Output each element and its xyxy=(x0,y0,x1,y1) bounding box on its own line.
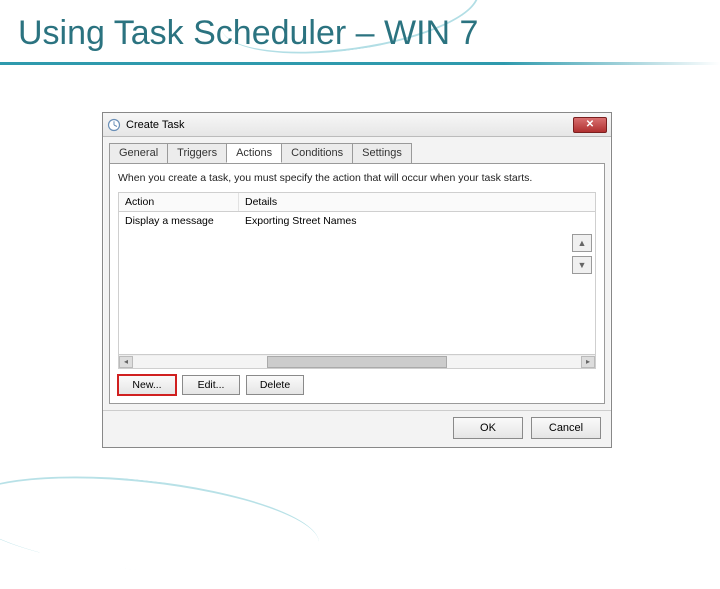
list-header: Action Details xyxy=(118,192,596,211)
chevron-up-icon: ▲ xyxy=(578,238,587,248)
instruction-text: When you create a task, you must specify… xyxy=(118,172,596,184)
scroll-left-icon[interactable]: ◂ xyxy=(119,356,133,368)
cell-details: Exporting Street Names xyxy=(239,212,595,230)
col-header-action[interactable]: Action xyxy=(119,193,239,211)
app-icon xyxy=(107,118,121,132)
move-down-button[interactable]: ▼ xyxy=(572,256,592,274)
close-button[interactable]: ✕ xyxy=(573,117,607,133)
delete-button[interactable]: Delete xyxy=(246,375,304,395)
dialog-footer: OK Cancel xyxy=(103,410,611,447)
tab-conditions[interactable]: Conditions xyxy=(281,143,353,163)
close-icon: ✕ xyxy=(586,119,594,130)
new-button[interactable]: New... xyxy=(118,375,176,395)
scroll-right-icon[interactable]: ▸ xyxy=(581,356,595,368)
scroll-thumb[interactable] xyxy=(267,356,446,368)
tab-general[interactable]: General xyxy=(109,143,168,163)
titlebar: Create Task ✕ xyxy=(103,113,611,137)
tab-panel-actions: When you create a task, you must specify… xyxy=(109,163,605,404)
create-task-dialog: Create Task ✕ General Triggers Actions C… xyxy=(102,112,612,448)
move-up-button[interactable]: ▲ xyxy=(572,234,592,252)
dialog-title: Create Task xyxy=(126,119,185,131)
decorative-swoosh-bottom xyxy=(0,461,324,588)
scroll-track[interactable] xyxy=(133,356,581,368)
tab-triggers[interactable]: Triggers xyxy=(167,143,227,163)
tab-settings[interactable]: Settings xyxy=(352,143,412,163)
action-button-row: New... Edit... Delete xyxy=(118,375,596,395)
ok-button[interactable]: OK xyxy=(453,417,523,439)
actions-list[interactable]: Display a message Exporting Street Names… xyxy=(118,211,596,369)
title-underline xyxy=(0,62,720,65)
col-header-details[interactable]: Details xyxy=(239,193,595,211)
horizontal-scrollbar[interactable]: ◂ ▸ xyxy=(119,354,595,368)
slide-title: Using Task Scheduler – WIN 7 xyxy=(18,14,478,53)
tab-strip: General Triggers Actions Conditions Sett… xyxy=(103,137,611,163)
reorder-buttons: ▲ ▼ xyxy=(572,234,592,274)
chevron-down-icon: ▼ xyxy=(578,260,587,270)
cell-action: Display a message xyxy=(119,212,239,230)
tab-actions[interactable]: Actions xyxy=(226,143,282,163)
table-row[interactable]: Display a message Exporting Street Names xyxy=(119,212,595,230)
cancel-button[interactable]: Cancel xyxy=(531,417,601,439)
edit-button[interactable]: Edit... xyxy=(182,375,240,395)
